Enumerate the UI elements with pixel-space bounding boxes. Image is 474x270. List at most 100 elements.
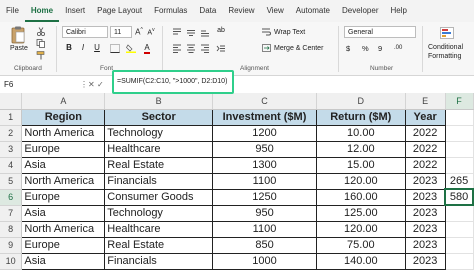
cell[interactable] xyxy=(445,157,474,174)
cell-return[interactable]: 140.00 xyxy=(315,252,406,270)
tab-insert[interactable]: Insert xyxy=(59,0,91,22)
cut-icon[interactable] xyxy=(36,27,46,36)
cell-year[interactable]: 2023 xyxy=(404,220,446,238)
cell-investment[interactable]: 1200 xyxy=(212,124,317,142)
tab-help[interactable]: Help xyxy=(384,0,412,22)
font-size-dropdown[interactable]: 11 xyxy=(110,26,132,38)
cell-sector[interactable]: Healthcare xyxy=(104,220,214,238)
align-middle-icon[interactable] xyxy=(186,28,196,37)
cell-return[interactable]: 120.00 xyxy=(315,172,406,190)
cell-investment[interactable]: 1100 xyxy=(212,172,317,190)
cell-return[interactable]: 120.00 xyxy=(315,220,406,238)
cell-sector[interactable]: Technology xyxy=(104,204,214,222)
column-header-c[interactable]: C xyxy=(212,93,317,110)
cell-return[interactable]: 125.00 xyxy=(315,204,406,222)
cell-return[interactable]: 75.00 xyxy=(315,236,406,254)
tab-review[interactable]: Review xyxy=(222,0,260,22)
align-top-icon[interactable] xyxy=(172,28,182,37)
header-cell-sector[interactable]: Sector xyxy=(104,108,214,126)
borders-icon[interactable] xyxy=(110,44,120,53)
comma-style-button[interactable]: 9 xyxy=(378,44,382,53)
cell-investment[interactable]: 950 xyxy=(212,140,317,158)
tab-page-layout[interactable]: Page Layout xyxy=(91,0,148,22)
header-cell-investment[interactable]: Investment ($M) xyxy=(212,108,317,126)
italic-button[interactable]: I xyxy=(78,43,88,52)
tab-file[interactable]: File xyxy=(0,0,25,22)
column-header-d[interactable]: D xyxy=(316,93,406,110)
row-header[interactable]: 1 xyxy=(0,109,23,126)
more-options-icon[interactable]: ⋮ xyxy=(80,78,88,91)
cell-year[interactable]: 2022 xyxy=(404,156,446,174)
enter-icon[interactable]: ✓ xyxy=(97,78,104,91)
cell-return[interactable]: 160.00 xyxy=(315,188,406,206)
bold-button[interactable]: B xyxy=(64,43,74,52)
cancel-icon[interactable]: ✕ xyxy=(88,78,95,91)
cell-sector[interactable]: Consumer Goods xyxy=(104,188,214,206)
row-header[interactable]: 4 xyxy=(0,157,23,174)
active-cell-f6[interactable]: 580 xyxy=(444,188,474,206)
copy-icon[interactable] xyxy=(36,39,46,48)
row-header[interactable]: 9 xyxy=(0,237,23,254)
cell-return[interactable]: 12.00 xyxy=(315,140,406,158)
tab-home[interactable]: Home xyxy=(24,0,60,22)
row-header[interactable]: 7 xyxy=(0,205,23,222)
cell-region[interactable]: North America xyxy=(21,220,106,238)
currency-button[interactable]: $ xyxy=(346,44,350,53)
underline-button[interactable]: U xyxy=(92,43,102,52)
cell-sector[interactable]: Real Estate xyxy=(104,156,214,174)
row-header[interactable]: 6 xyxy=(0,189,23,206)
align-bottom-icon[interactable] xyxy=(200,28,210,37)
cell-f5[interactable]: 265 xyxy=(445,173,474,190)
cell-year[interactable]: 2023 xyxy=(404,236,446,254)
orientation-icon[interactable]: ab xyxy=(216,27,226,34)
cell[interactable] xyxy=(445,125,474,142)
cell-investment[interactable]: 850 xyxy=(212,236,317,254)
cell-year[interactable]: 2023 xyxy=(404,188,446,206)
cell-region[interactable]: Asia xyxy=(21,156,106,174)
column-header-f[interactable]: F xyxy=(445,93,474,110)
cell-year[interactable]: 2023 xyxy=(404,252,446,270)
font-name-dropdown[interactable]: Calibri xyxy=(62,26,108,38)
row-header[interactable]: 10 xyxy=(0,253,23,270)
cell-investment[interactable]: 1300 xyxy=(212,156,317,174)
cell[interactable] xyxy=(445,253,474,270)
column-header-b[interactable]: B xyxy=(104,93,214,110)
align-left-icon[interactable] xyxy=(172,44,182,53)
wrap-text-button[interactable]: Wrap Text xyxy=(262,28,305,36)
paste-icon[interactable] xyxy=(10,26,26,44)
percent-button[interactable]: % xyxy=(362,44,369,53)
formatting-label[interactable]: Formatting xyxy=(428,53,474,60)
conditional-formatting-label[interactable]: Conditional xyxy=(428,44,474,51)
header-cell-return[interactable]: Return ($M) xyxy=(315,108,406,126)
paste-button-label[interactable]: Paste xyxy=(10,45,28,52)
cell-region[interactable]: Europe xyxy=(21,140,106,158)
format-painter-icon[interactable] xyxy=(36,51,46,60)
cell-sector[interactable]: Technology xyxy=(104,124,214,142)
cell[interactable] xyxy=(445,237,474,254)
cell-sector[interactable]: Financials xyxy=(104,172,214,190)
row-header[interactable]: 5 xyxy=(0,173,23,190)
cell-region[interactable]: Asia xyxy=(21,204,106,222)
formula-input[interactable]: =SUMIF(C2:C10, ">1000", D2:D10) xyxy=(112,70,234,94)
cell-year[interactable]: 2023 xyxy=(404,204,446,222)
cell-region[interactable]: North America xyxy=(21,124,106,142)
row-header[interactable]: 3 xyxy=(0,141,23,158)
name-box[interactable]: F6 xyxy=(4,78,74,91)
select-all-corner[interactable] xyxy=(0,93,23,110)
cell-investment[interactable]: 950 xyxy=(212,204,317,222)
cell[interactable] xyxy=(445,109,474,126)
tab-automate[interactable]: Automate xyxy=(290,0,336,22)
header-cell-region[interactable]: Region xyxy=(21,108,106,126)
cell[interactable] xyxy=(445,141,474,158)
fill-color-icon[interactable] xyxy=(126,44,136,53)
merge-center-button[interactable]: Merge & Center xyxy=(262,44,323,52)
row-header[interactable]: 8 xyxy=(0,221,23,238)
cell-sector[interactable]: Real Estate xyxy=(104,236,214,254)
align-center-icon[interactable] xyxy=(186,44,196,53)
cell-return[interactable]: 15.00 xyxy=(315,156,406,174)
cell[interactable] xyxy=(445,221,474,238)
cell-year[interactable]: 2022 xyxy=(404,124,446,142)
cell-sector[interactable]: Healthcare xyxy=(104,140,214,158)
indent-icon[interactable] xyxy=(216,44,226,53)
column-header-a[interactable]: A xyxy=(21,93,106,110)
